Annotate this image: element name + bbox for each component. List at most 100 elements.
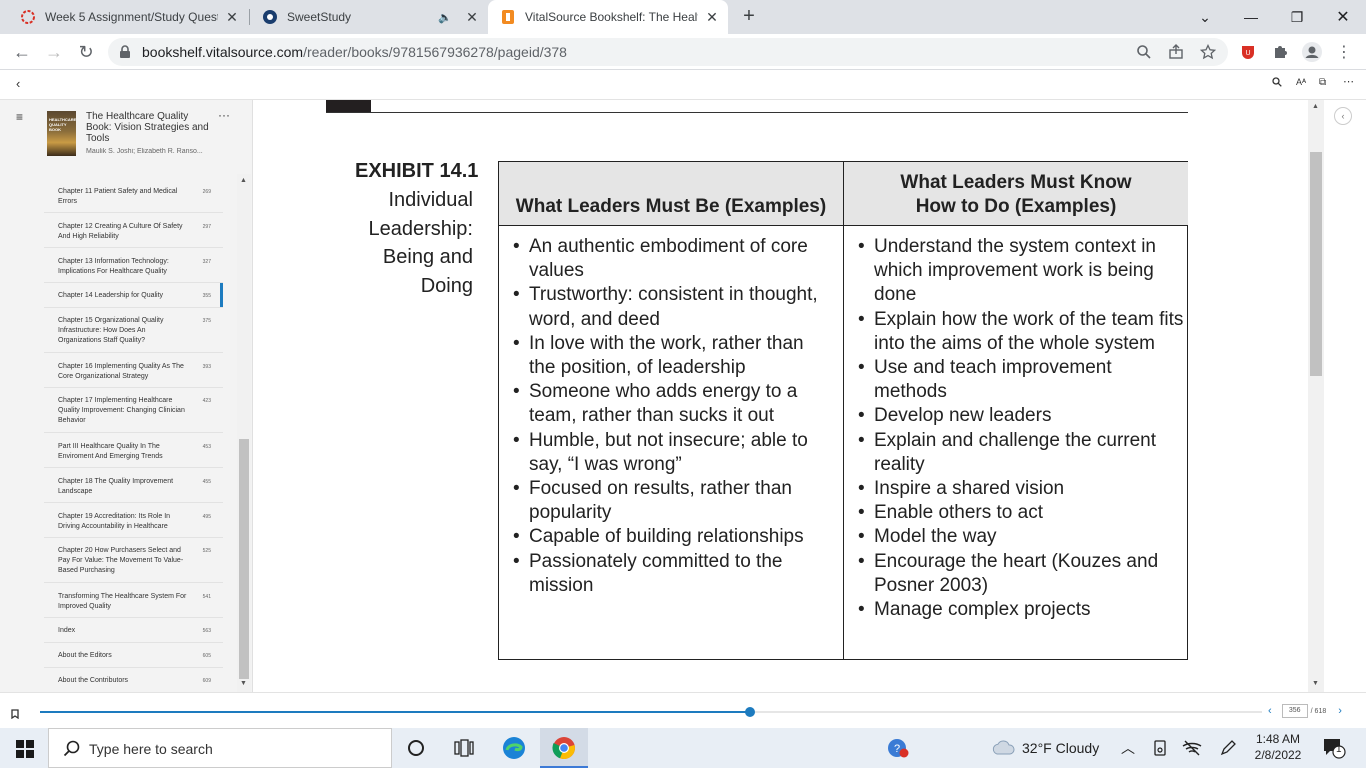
list-item: Someone who adds energy to a team, rathe… [509,380,834,428]
reader-toolbar: ‹ Aᴬ ⧉ ⋯ [0,70,1366,100]
task-view-icon[interactable] [452,736,476,760]
toc-item[interactable]: Chapter 17 Implementing Healthcare Quali… [44,388,223,433]
windows-start-icon[interactable] [16,740,34,763]
search-icon [63,740,81,763]
tab-title: Week 5 Assignment/Study Quest [45,10,218,24]
list-item: Model the way [854,525,1184,549]
clock[interactable]: 1:48 AM 2/8/2022 [1248,731,1308,763]
svg-text:?: ? [894,743,900,755]
restore-button[interactable]: ❐ [1274,0,1320,34]
display-settings-icon[interactable]: ⧉ [1319,77,1326,88]
browser-menu-icon[interactable]: ⋮ [1334,42,1354,62]
toc-item-page: 605 [202,653,211,659]
list-item: In love with the work, rather than the p… [509,332,834,380]
toc-item[interactable]: Chapter 13 Information Technology: Impli… [44,248,223,283]
tab-sweetstudy[interactable]: SweetStudy 🔈 ✕ [250,0,488,34]
tab-strip: Week 5 Assignment/Study Quest ✕ SweetStu… [0,0,1366,34]
scroll-down-arrow-icon[interactable]: ▼ [240,680,247,687]
toc-item[interactable]: Chapter 20 How Purchasers Select and Pay… [44,538,223,583]
page-scrollbar[interactable]: ▲ ▼ [1308,100,1324,692]
close-window-button[interactable]: ✕ [1320,0,1366,34]
tray-expand-chevron-icon[interactable]: ︿ [1116,736,1140,760]
close-tab-icon[interactable]: ✕ [704,9,720,25]
reload-button[interactable]: ↻ [72,38,100,66]
action-center-icon[interactable]: 1 [1322,736,1346,760]
collapse-panel-icon[interactable]: ‹ [1334,107,1352,125]
scroll-down-arrow-icon[interactable]: ▼ [1312,680,1319,687]
toc-item[interactable]: Chapter 11 Patient Safety and Medical Er… [44,178,223,213]
list-item: Explain how the work of the team fits in… [854,308,1184,356]
pen-ink-icon[interactable] [1216,736,1240,760]
menu-hamburger-icon[interactable]: ≡ [16,110,23,124]
toc-item[interactable]: Transforming The Healthcare System For I… [44,583,223,618]
toc-item[interactable]: Chapter 19 Accreditation: Its Role In Dr… [44,503,223,538]
scroll-up-arrow-icon[interactable]: ▲ [1312,103,1319,110]
toc-item[interactable]: About the Editors 605 [44,643,223,668]
close-tab-icon[interactable]: ✕ [464,9,480,25]
weather-text[interactable]: 32°F Cloudy [1022,740,1099,756]
new-tab-button[interactable]: + [737,5,761,29]
profile-avatar-icon[interactable] [1302,42,1322,62]
toc-item-page: 423 [202,398,211,404]
toc-list: Chapter 11 Patient Safety and Medical Er… [44,178,223,692]
taskbar-search-box[interactable]: Type here to search [48,728,392,768]
toc-item[interactable]: Chapter 16 Implementing Quality As The C… [44,353,223,388]
share-icon[interactable] [1168,44,1184,60]
bookmark-star-icon[interactable] [1199,43,1217,60]
network-offline-icon[interactable] [1180,736,1204,760]
edge-browser-icon[interactable] [502,736,526,760]
url-text: bookshelf.vitalsource.com/reader/books/9… [142,44,567,60]
toc-item-label: Index [58,627,76,634]
toc-item[interactable]: Chapter 15 Organizational Quality Infras… [44,308,223,353]
cortana-icon[interactable] [404,736,428,760]
tab-search-chevron-icon[interactable]: ⌄ [1182,0,1228,34]
tab-vitalsource[interactable]: VitalSource Bookshelf: The Healt ✕ [488,0,728,34]
device-icon[interactable] [1148,736,1172,760]
list-item: Enable others to act [854,501,1184,525]
toc-item[interactable]: About the Contributors 609 [44,668,223,692]
address-bar[interactable]: bookshelf.vitalsource.com/reader/books/9… [108,38,1228,66]
close-tab-icon[interactable]: ✕ [224,9,240,25]
progress-track[interactable] [40,707,1262,717]
speaker-icon[interactable]: 🔈 [438,11,452,24]
forward-button[interactable]: → [40,38,68,66]
extension-shield-icon[interactable]: U [1238,42,1258,62]
chrome-browser-icon[interactable] [552,736,576,760]
search-icon[interactable] [1272,77,1282,90]
toc-scrollbar-thumb[interactable] [239,439,249,679]
book-page: EXHIBIT 14.1 Individual Leadership: Bein… [254,100,1308,692]
toc-item[interactable]: Index 563 [44,618,223,643]
list-item: Manage complex projects [854,598,1184,622]
collapse-chevron-icon[interactable]: ‹ [16,76,20,91]
toc-item[interactable]: Part III Healthcare Quality In The Envir… [44,433,223,468]
toc-item[interactable]: Chapter 12 Creating A Culture Of Safety … [44,213,223,248]
more-options-icon[interactable]: ⋯ [1343,75,1354,88]
progress-slider-handle[interactable] [744,707,755,717]
page-scrollbar-thumb[interactable] [1310,152,1322,376]
toc-item-label: Chapter 18 The Quality Improvement Lands… [58,478,174,495]
text-size-icon[interactable]: Aᴬ [1296,77,1306,87]
next-page-icon[interactable]: › [1338,705,1342,717]
toc-item-page: 355 [202,293,211,299]
scroll-up-arrow-icon[interactable]: ▲ [240,177,247,184]
bookmark-icon[interactable] [11,706,19,724]
toc-item-active[interactable]: Chapter 14 Leadership for Quality 355 [44,283,223,308]
extensions-puzzle-icon[interactable] [1270,42,1290,62]
zoom-icon[interactable] [1136,44,1152,60]
exhibit-caption: Individual Leadership: Being and Doing [368,189,473,297]
toc-scrollbar[interactable]: ▲ ▼ [237,174,251,692]
back-button[interactable]: ← [8,38,36,66]
notification-count: 1 [1336,744,1342,755]
list-item: Capable of building relationships [509,525,834,549]
minimize-button[interactable]: — [1228,0,1274,34]
list-item: Encourage the heart (Kouzes and Posner 2… [854,550,1184,598]
page-number-input[interactable]: 356 [1281,704,1308,718]
tab-week5-assignment[interactable]: Week 5 Assignment/Study Quest ✕ [8,0,248,34]
book-options-icon[interactable]: ··· [218,108,230,122]
toc-item-page: 609 [202,678,211,684]
help-notification-icon[interactable]: ? [886,736,910,760]
toc-item[interactable]: Chapter 18 The Quality Improvement Lands… [44,468,223,503]
previous-page-icon[interactable]: ‹ [1268,705,1272,717]
list-item: Humble, but not insecure; able to say, “… [509,429,834,477]
book-authors: Maulik S. Joshi; Elizabeth R. Ranso... [86,148,203,155]
